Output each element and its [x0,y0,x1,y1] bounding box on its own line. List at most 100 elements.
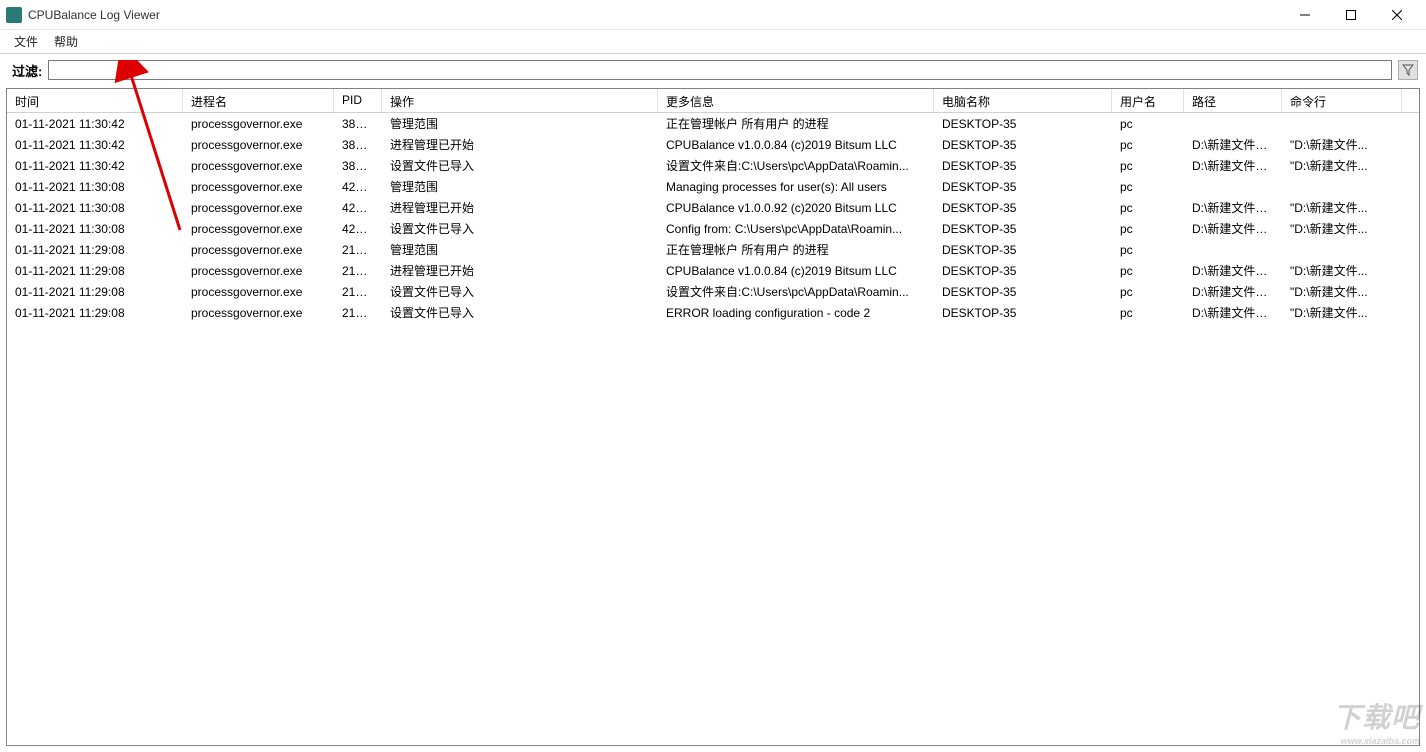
cell-host: DESKTOP-35 [934,220,1112,238]
cell-pid: 21468 [334,283,382,301]
cell-host: DESKTOP-35 [934,304,1112,322]
cell-pid: 21468 [334,241,382,259]
cell-time: 01-11-2021 11:30:08 [7,220,183,238]
cell-path: D:\新建文件夹... [1184,197,1282,218]
cell-action: 管理范围 [382,113,658,134]
cell-cmd [1282,248,1402,252]
cell-path: D:\新建文件夹... [1184,218,1282,239]
cell-user: pc [1112,304,1184,322]
table-row[interactable]: 01-11-2021 11:30:42processgovernor.exe38… [7,155,1419,176]
cell-host: DESKTOP-35 [934,115,1112,133]
log-grid: 时间 进程名 PID 操作 更多信息 电脑名称 用户名 路径 命令行 01-11… [6,88,1420,746]
col-header-cmd[interactable]: 命令行 [1282,89,1402,112]
table-row[interactable]: 01-11-2021 11:30:08processgovernor.exe42… [7,218,1419,239]
cell-pid: 38492 [334,157,382,175]
col-header-user[interactable]: 用户名 [1112,89,1184,112]
cell-proc: processgovernor.exe [183,136,334,154]
cell-pid: 21468 [334,262,382,280]
cell-user: pc [1112,199,1184,217]
col-header-process[interactable]: 进程名 [183,89,334,112]
cell-cmd: "D:\新建文件... [1282,218,1402,239]
minimize-button[interactable] [1282,0,1328,30]
cell-info: Managing processes for user(s): All user… [658,178,934,196]
cell-info: CPUBalance v1.0.0.84 (c)2019 Bitsum LLC [658,262,934,280]
cell-time: 01-11-2021 11:30:42 [7,115,183,133]
cell-host: DESKTOP-35 [934,241,1112,259]
cell-cmd: "D:\新建文件... [1282,197,1402,218]
cell-time: 01-11-2021 11:29:08 [7,304,183,322]
menu-file[interactable]: 文件 [6,31,46,52]
cell-action: 进程管理已开始 [382,197,658,218]
col-header-action[interactable]: 操作 [382,89,658,112]
cell-path: D:\新建文件夹... [1184,155,1282,176]
cell-info: 正在管理帐户 所有用户 的进程 [658,113,934,134]
cell-action: 设置文件已导入 [382,302,658,323]
col-header-time[interactable]: 时间 [7,89,183,112]
cell-cmd: "D:\新建文件... [1282,155,1402,176]
cell-info: ERROR loading configuration - code 2 [658,304,934,322]
app-icon [6,7,22,23]
cell-path: D:\新建文件夹... [1184,302,1282,323]
cell-action: 设置文件已导入 [382,218,658,239]
col-header-path[interactable]: 路径 [1184,89,1282,112]
menubar: 文件 帮助 [0,30,1426,52]
table-row[interactable]: 01-11-2021 11:29:08processgovernor.exe21… [7,260,1419,281]
cell-user: pc [1112,157,1184,175]
table-row[interactable]: 01-11-2021 11:30:08processgovernor.exe42… [7,176,1419,197]
filter-input[interactable] [48,60,1392,80]
cell-cmd: "D:\新建文件... [1282,302,1402,323]
cell-proc: processgovernor.exe [183,262,334,280]
cell-action: 设置文件已导入 [382,281,658,302]
table-row[interactable]: 01-11-2021 11:29:08processgovernor.exe21… [7,239,1419,260]
cell-time: 01-11-2021 11:29:08 [7,283,183,301]
titlebar: CPUBalance Log Viewer [0,0,1426,30]
cell-cmd: "D:\新建文件... [1282,281,1402,302]
close-icon [1392,10,1402,20]
col-header-info[interactable]: 更多信息 [658,89,934,112]
maximize-icon [1346,10,1356,20]
cell-host: DESKTOP-35 [934,262,1112,280]
cell-info: CPUBalance v1.0.0.84 (c)2019 Bitsum LLC [658,136,934,154]
cell-info: Config from: C:\Users\pc\AppData\Roamin.… [658,220,934,238]
cell-user: pc [1112,220,1184,238]
minimize-icon [1300,10,1310,20]
cell-cmd: "D:\新建文件... [1282,134,1402,155]
cell-user: pc [1112,136,1184,154]
table-row[interactable]: 01-11-2021 11:29:08processgovernor.exe21… [7,302,1419,323]
cell-user: pc [1112,241,1184,259]
filter-button[interactable] [1398,60,1418,80]
cell-info: 设置文件来自:C:\Users\pc\AppData\Roamin... [658,155,934,176]
window-controls [1282,0,1420,30]
cell-proc: processgovernor.exe [183,157,334,175]
cell-action: 管理范围 [382,239,658,260]
cell-path [1184,185,1282,189]
table-row[interactable]: 01-11-2021 11:29:08processgovernor.exe21… [7,281,1419,302]
maximize-button[interactable] [1328,0,1374,30]
cell-cmd: "D:\新建文件... [1282,260,1402,281]
cell-proc: processgovernor.exe [183,178,334,196]
table-row[interactable]: 01-11-2021 11:30:42processgovernor.exe38… [7,134,1419,155]
table-row[interactable]: 01-11-2021 11:30:08processgovernor.exe42… [7,197,1419,218]
close-button[interactable] [1374,0,1420,30]
col-header-host[interactable]: 电脑名称 [934,89,1112,112]
cell-pid: 38492 [334,136,382,154]
cell-host: DESKTOP-35 [934,157,1112,175]
cell-info: 正在管理帐户 所有用户 的进程 [658,239,934,260]
cell-info: CPUBalance v1.0.0.92 (c)2020 Bitsum LLC [658,199,934,217]
filter-label: 过滤: [12,61,42,80]
cell-action: 管理范围 [382,176,658,197]
cell-path: D:\新建文件夹... [1184,260,1282,281]
watermark-text: 下载吧 [1333,702,1420,733]
cell-pid: 42912 [334,199,382,217]
col-header-pid[interactable]: PID [334,89,382,112]
cell-path: D:\新建文件夹... [1184,281,1282,302]
cell-user: pc [1112,283,1184,301]
menu-help[interactable]: 帮助 [46,31,86,52]
cell-action: 进程管理已开始 [382,260,658,281]
table-row[interactable]: 01-11-2021 11:30:42processgovernor.exe38… [7,113,1419,134]
grid-body[interactable]: 01-11-2021 11:30:42processgovernor.exe38… [7,113,1419,745]
cell-pid: 38492 [334,115,382,133]
cell-pid: 42912 [334,178,382,196]
cell-host: DESKTOP-35 [934,178,1112,196]
cell-action: 设置文件已导入 [382,155,658,176]
